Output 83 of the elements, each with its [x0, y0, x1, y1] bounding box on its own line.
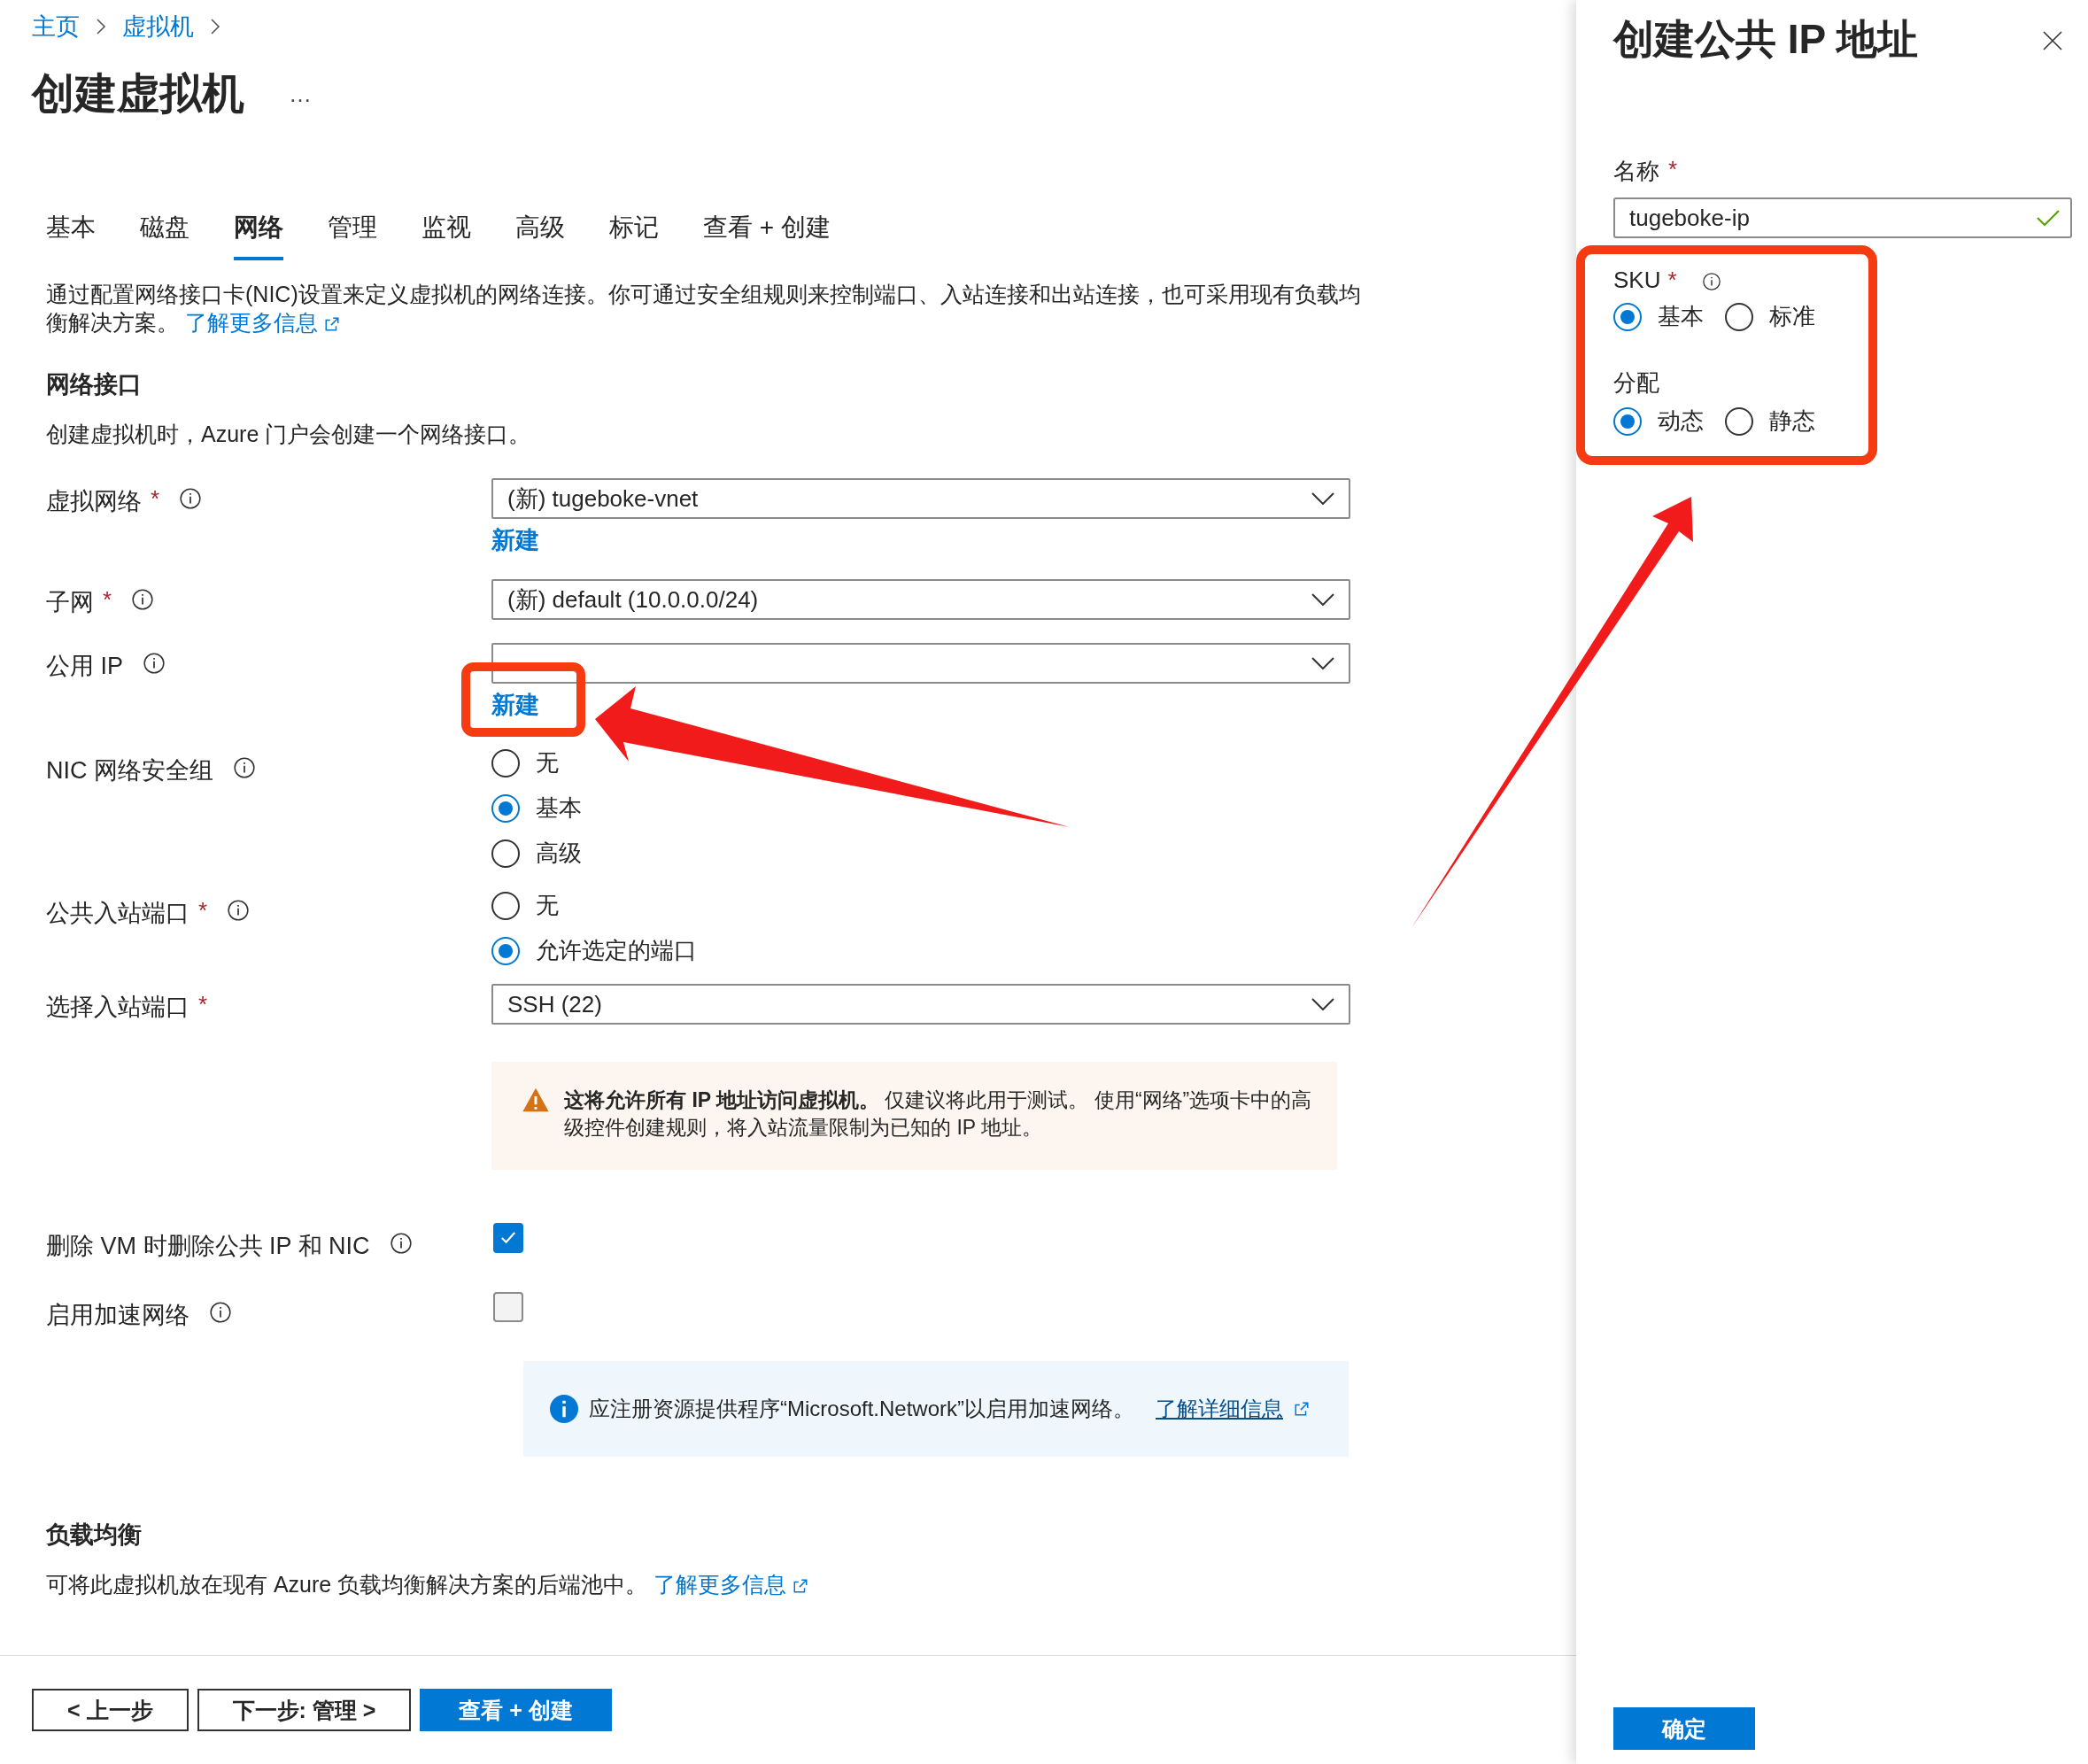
required-asterisk: *	[103, 586, 112, 614]
chevron-right-icon	[96, 18, 106, 35]
radio-button[interactable]	[491, 936, 520, 965]
radio-label: 基本	[536, 793, 582, 823]
field-label: 公用 IP	[46, 652, 123, 681]
create-new-link[interactable]: 新建	[491, 527, 539, 553]
field-label: 公共入站端口	[46, 899, 189, 928]
learn-more-link[interactable]: 了解更多信息	[184, 310, 340, 335]
tab[interactable]: 网络	[234, 211, 283, 260]
radio-button[interactable]	[1613, 302, 1642, 331]
chevron-down-icon	[1311, 998, 1334, 1010]
close-icon[interactable]	[2042, 30, 2063, 51]
radio-button[interactable]	[491, 793, 520, 823]
radio-label: 无	[536, 748, 559, 778]
section-description: 可将此虚拟机放在现有 Azure 负载均衡解决方案的后端池中。 了解更多信息	[46, 1570, 1374, 1598]
section-description: 创建虚拟机时，Azure 门户会创建一个网络接口。	[46, 421, 532, 448]
radio-label: 无	[536, 891, 559, 920]
dropdown-field[interactable]: SSH (22)	[491, 984, 1350, 1025]
radio-button[interactable]	[1725, 302, 1753, 331]
radio-button[interactable]	[491, 839, 520, 868]
checkbox[interactable]	[493, 1292, 523, 1322]
tab[interactable]: 管理	[328, 211, 377, 260]
required-asterisk: *	[198, 991, 208, 1018]
chevron-down-icon	[1311, 657, 1334, 669]
breadcrumb-link[interactable]: 主页	[32, 11, 80, 43]
radio-label: 标准	[1769, 302, 1815, 331]
radio-label: 静态	[1769, 406, 1815, 436]
tab[interactable]: 标记	[609, 211, 659, 260]
warning-icon	[522, 1087, 550, 1113]
field-label: 虚拟网络	[46, 487, 142, 516]
radio-button[interactable]	[1725, 406, 1753, 436]
field-label: 删除 VM 时删除公共 IP 和 NIC	[46, 1232, 370, 1261]
section-heading: 网络接口	[46, 370, 143, 399]
intro-text: 通过配置网络接口卡(NIC)设置来定义虚拟机的网络连接。你可通过安全组规则来控制端口、入站连接和出站连接，也可采用现有负载均衡解决方案。 了解更多信息	[46, 281, 1362, 337]
radio-label: 基本	[1658, 302, 1704, 331]
secondary-button[interactable]: < 上一步	[32, 1689, 189, 1731]
radio-label: 动态	[1658, 406, 1704, 436]
chevron-right-icon	[210, 18, 220, 35]
required-asterisk: *	[1667, 267, 1677, 294]
field-label: 名称	[1613, 157, 1659, 186]
page-title: 创建虚拟机	[32, 69, 244, 119]
dropdown-field[interactable]	[491, 643, 1350, 684]
name-input[interactable]: tugeboke-ip	[1613, 197, 2072, 238]
required-asterisk: *	[151, 485, 160, 513]
tab[interactable]: 基本	[46, 211, 96, 260]
field-label: 启用加速网络	[46, 1301, 189, 1330]
field-label: 子网	[46, 588, 94, 617]
checkbox[interactable]	[493, 1223, 523, 1253]
field-label: SKU	[1613, 267, 1661, 294]
tab[interactable]: 高级	[515, 211, 565, 260]
primary-button[interactable]: 查看 + 创建	[420, 1689, 612, 1731]
tab[interactable]: 监视	[421, 211, 471, 260]
external-link-icon	[793, 1578, 809, 1594]
learn-more-link[interactable]: 了解详细信息	[1156, 1395, 1284, 1423]
panel-title: 创建公共 IP 地址	[1613, 15, 1919, 64]
more-button[interactable]: …	[289, 80, 312, 108]
info-icon	[550, 1395, 578, 1423]
required-asterisk: *	[198, 897, 208, 925]
ok-button[interactable]: 确定	[1613, 1707, 1755, 1750]
dropdown-field[interactable]: (新) default (10.0.0.0/24)	[491, 579, 1350, 620]
external-link-icon	[1294, 1401, 1311, 1417]
radio-button[interactable]	[491, 891, 520, 920]
chevron-down-icon	[1311, 492, 1334, 505]
chevron-down-icon	[1311, 593, 1334, 606]
radio-label: 允许选定的端口	[536, 936, 697, 965]
field-label: 分配	[1613, 368, 1659, 398]
learn-more-link[interactable]: 了解更多信息	[653, 1572, 809, 1597]
tab[interactable]: 磁盘	[140, 211, 189, 260]
create-new-link[interactable]: 新建	[491, 692, 539, 718]
radio-label: 高级	[536, 839, 582, 868]
warning-text: 这将允许所有 IP 地址访问虚拟机。 仅建议将此用于测试。 使用“网络”选项卡中的高级控件创建规则，将入站流量限制为已知的 IP 地址。	[564, 1087, 1313, 1141]
breadcrumb-link[interactable]: 虚拟机	[122, 11, 194, 43]
field-label: NIC 网络安全组	[46, 756, 213, 785]
dropdown-field[interactable]: (新) tugeboke-vnet	[491, 478, 1350, 519]
required-asterisk: *	[1668, 156, 1678, 184]
radio-button[interactable]	[1613, 406, 1642, 436]
section-heading: 负载均衡	[46, 1520, 143, 1550]
radio-button[interactable]	[491, 748, 520, 778]
info-text: 应注册资源提供程序“Microsoft.Network”以启用加速网络。	[589, 1396, 1135, 1422]
secondary-button[interactable]: 下一步: 管理 >	[197, 1689, 412, 1731]
tab[interactable]: 查看 + 创建	[703, 211, 831, 260]
field-label: 选择入站端口	[46, 993, 189, 1022]
external-link-icon	[323, 316, 340, 332]
